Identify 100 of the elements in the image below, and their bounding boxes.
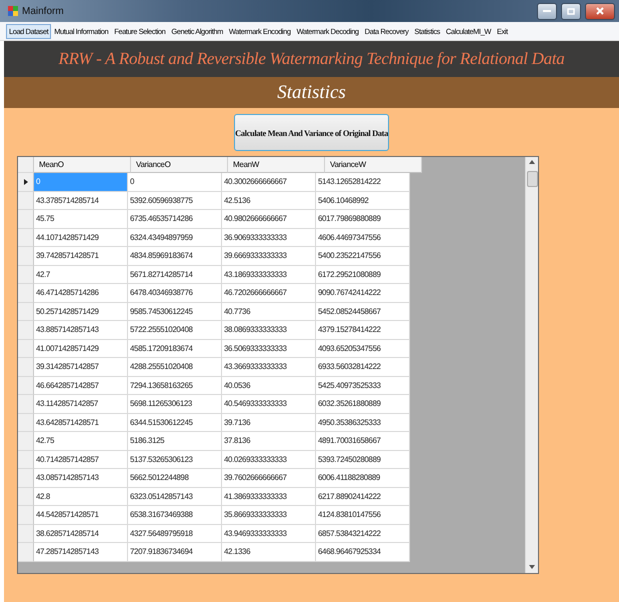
table-cell: 5393.72450280889 (316, 450, 410, 469)
table-cell: 6324.43494897959 (128, 228, 222, 247)
table-cell: 5671.82714285714 (128, 266, 222, 284)
table-cell: 41.0071428571429 (34, 340, 128, 358)
table-cell: 50.2571428571429 (34, 302, 128, 321)
table-cell: 42.8 (34, 488, 128, 506)
table-cell: 4327.56489795918 (128, 524, 222, 543)
table-cell: 9090.76742414222 (316, 284, 410, 302)
table-cell: 9585.74530612245 (128, 302, 222, 321)
table-cell: 6478.40346938776 (128, 284, 222, 302)
table-cell: 40.7736 (222, 302, 316, 321)
table-cell: 40.3002666666667 (222, 173, 316, 192)
table-cell: 43.6428571428571 (34, 414, 128, 432)
table-cell: 6857.53843214222 (316, 524, 410, 543)
table-cell: 4124.83810147556 (316, 506, 410, 524)
table-cell: 5186.3125 (128, 432, 222, 450)
table-cell: 44.1071428571429 (34, 228, 128, 247)
scroll-down-icon[interactable] (529, 565, 535, 570)
table-cell: 39.7136 (222, 414, 316, 432)
table-cell: 5452.08524458667 (316, 302, 410, 321)
table-cell: 45.75 (34, 210, 128, 228)
table-cell: 37.8136 (222, 432, 316, 450)
table-cell: 42.75 (34, 432, 128, 450)
scroll-thumb[interactable] (527, 171, 538, 187)
table-cell: 43.1869333333333 (222, 266, 316, 284)
table-cell: 43.0857142857143 (34, 469, 128, 488)
table-cell: 4891.70031658667 (316, 432, 410, 450)
table-cell: 0 (34, 173, 128, 192)
window-title: Mainform (22, 6, 65, 16)
table-cell: 4093.65205347556 (316, 340, 410, 358)
close-button[interactable] (585, 2, 615, 20)
table-cell: 38.0869333333333 (222, 321, 316, 340)
corner-header (18, 157, 34, 173)
table-cell: 36.5069333333333 (222, 340, 316, 358)
table-cell: 46.4714285714286 (34, 284, 128, 302)
app-icon (8, 6, 18, 16)
table-cell: 44.5428571428571 (34, 506, 128, 524)
maximize-icon (567, 8, 575, 14)
table-cell: 43.3785714285714 (34, 192, 128, 210)
table-cell: 35.8669333333333 (222, 506, 316, 524)
table-cell: 39.7428571428571 (34, 247, 128, 266)
table-cell: 5400.23522147556 (316, 247, 410, 266)
table-cell: 40.0536 (222, 376, 316, 395)
minimize-button[interactable] (537, 2, 557, 20)
column-header[interactable]: MeanO (34, 157, 131, 173)
table-cell: 40.9802666666667 (222, 210, 316, 228)
scrollbar[interactable] (525, 157, 538, 573)
table-cell: 4585.17209183674 (128, 340, 222, 358)
table-cell: 6032.35261880889 (316, 395, 410, 414)
table-cell: 5406.10468992 (316, 192, 410, 210)
table-cell: 0 (128, 173, 222, 192)
table-cell: 5425.40973525333 (316, 376, 410, 395)
table-cell: 5392.60596938775 (128, 192, 222, 210)
row-header[interactable] (18, 173, 34, 192)
table-cell: 5662.5012244898 (128, 469, 222, 488)
table-cell: 6172.29521080889 (316, 266, 410, 284)
table-cell: 36.9069333333333 (222, 228, 316, 247)
row-pointer-icon (24, 178, 28, 185)
scroll-up-icon[interactable] (529, 160, 535, 165)
table-cell: 6017.79869880889 (316, 210, 410, 228)
table-cell: 42.7 (34, 266, 128, 284)
table-cell: 41.3869333333333 (222, 488, 316, 506)
table-cell: 39.6669333333333 (222, 247, 316, 266)
calculate-button[interactable]: Calculate Mean And Variance of Original Data (234, 114, 389, 151)
table-cell: 6344.51530612245 (128, 414, 222, 432)
table-cell: 6735.46535714286 (128, 210, 222, 228)
column-header[interactable]: VarianceO (131, 157, 228, 173)
table-cell: 43.3669333333333 (222, 358, 316, 376)
column-header[interactable]: VarianceW (325, 157, 422, 173)
table-cell: 43.8857142857143 (34, 321, 128, 340)
minimize-icon (543, 10, 551, 12)
table-cell: 40.5469333333333 (222, 395, 316, 414)
table-cell: 6538.31673469388 (128, 506, 222, 524)
table-cell: 40.0269333333333 (222, 450, 316, 469)
table-cell: 43.9469333333333 (222, 524, 316, 543)
table-cell: 39.7602666666667 (222, 469, 316, 488)
table-cell: 5698.11265306123 (128, 395, 222, 414)
table-cell: 4834.85969183674 (128, 247, 222, 266)
table-cell: 4606.44697347556 (316, 228, 410, 247)
table-cell: 7207.91836734694 (128, 543, 222, 562)
table-cell: 5143.12652814222 (316, 173, 410, 192)
table-cell: 4288.25551020408 (128, 358, 222, 376)
maximize-button[interactable] (561, 2, 581, 20)
column-header[interactable]: MeanW (228, 157, 325, 173)
table-cell: 42.5136 (222, 192, 316, 210)
table-cell: 38.6285714285714 (34, 524, 128, 543)
close-icon (596, 7, 604, 15)
table-cell: 43.1142857142857 (34, 395, 128, 414)
table-cell: 4379.15278414222 (316, 321, 410, 340)
table-cell: 5722.25551020408 (128, 321, 222, 340)
table-cell: 6323.05142857143 (128, 488, 222, 506)
table-cell: 6468.96467925334 (316, 543, 410, 562)
table-cell: 46.6642857142857 (34, 376, 128, 395)
table-cell: 40.7142857142857 (34, 450, 128, 469)
section-title: Statistics (277, 82, 346, 104)
table-cell: 6217.88902414222 (316, 488, 410, 506)
table-cell: 6006.41188280889 (316, 469, 410, 488)
table-cell: 5137.53265306123 (128, 450, 222, 469)
table-cell: 4950.35386325333 (316, 414, 410, 432)
table-cell: 46.7202666666667 (222, 284, 316, 302)
